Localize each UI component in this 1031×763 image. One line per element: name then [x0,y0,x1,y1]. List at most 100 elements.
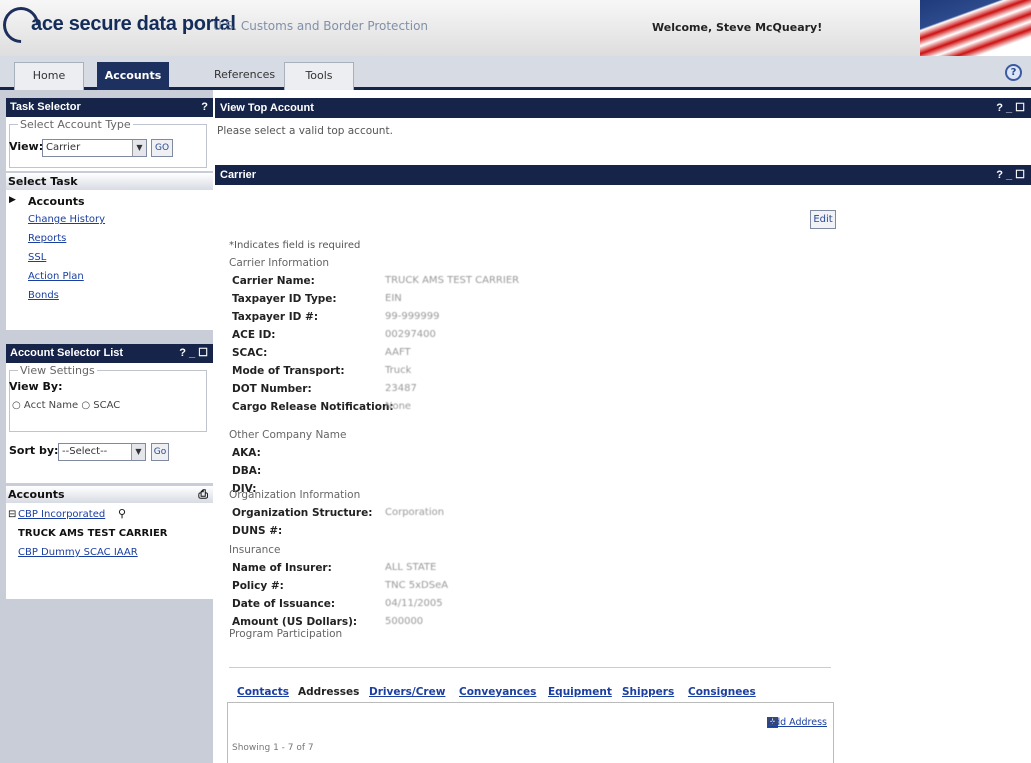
subtab-shippers[interactable]: Shippers [622,686,674,698]
print-icon[interactable]: ⎙ [198,486,208,503]
field-label: SCAC: [232,347,268,359]
field-value: 500000 [385,616,424,627]
field-value: Corporation [385,507,445,518]
collapse-icon[interactable]: ⊟ [8,509,16,520]
view-top-account-controls[interactable]: ? _ ☐ [996,98,1025,118]
main-content: View Top Account ? _ ☐ Please select a v… [213,90,1031,763]
radio-acct-name[interactable]: ○ [12,400,21,411]
field-value: AAFT [385,347,411,358]
app-name: ace secure data portal [31,13,236,35]
task-selector-help-icon[interactable]: ? [201,98,208,117]
task-selector-panel: Select Account Type View: Carrier ▼ GO [6,117,213,171]
main-nav: Home Accounts References Tools ? [0,56,1031,90]
sort-by-label: Sort by: [9,444,59,457]
section-heading: Program Participation [229,628,343,640]
field-label: Amount (US Dollars): [232,616,358,628]
accounts-header: Accounts ⎙ [6,486,213,503]
account-type-value: Carrier [46,142,81,153]
help-icon[interactable]: ? [1005,64,1022,81]
field-label: Taxpayer ID Type: [232,293,337,305]
agency-name: U.S. Customs and Border Protection [213,19,429,33]
tab-home[interactable]: Home [14,62,84,90]
view-settings-legend: View Settings [18,364,97,377]
radio-scac[interactable]: ○ [81,400,90,411]
subtab-drivers-crew[interactable]: Drivers/Crew [369,686,445,698]
subtab-addresses[interactable]: Addresses [298,686,359,698]
task-selector-header: Task Selector ? [6,98,213,117]
field-value: 99-999999 [385,311,440,322]
tab-accounts[interactable]: Accounts [97,62,169,90]
top-account-message: Please select a valid top account. [217,125,393,137]
view-top-account-header: View Top Account ? _ ☐ [215,98,1031,118]
field-label: Date of Issuance: [232,598,336,610]
field-label: DBA: [232,465,262,477]
task-reports[interactable]: Reports [28,233,66,244]
task-change-history[interactable]: Change History [28,214,105,225]
field-label: Policy #: [232,580,284,592]
add-address-link[interactable]: Add Address [768,717,827,728]
sort-by-select[interactable]: --Select-- ▼ [58,443,146,461]
account-selector-title: Account Selector List [10,347,124,359]
field-label: Cargo Release Notification: [232,401,394,413]
radio-acct-name-label: Acct Name [23,400,79,411]
field-value: 04/11/2005 [385,598,443,609]
account-selector-panel: View Settings View By: ○ Acct Name ○ SCA… [6,363,213,483]
addresses-panel: + Add Address Showing 1 - 7 of 7 [227,702,834,763]
sidebar: Task Selector ? Select Account Type View… [0,90,213,763]
field-label: Organization Structure: [232,507,373,519]
task-ssl[interactable]: SSL [28,252,46,263]
subtab-conveyances[interactable]: Conveyances [459,686,536,698]
carrier-controls[interactable]: ? _ ☐ [996,165,1025,185]
account-truck-ams[interactable]: TRUCK AMS TEST CARRIER [18,528,167,539]
account-type-select[interactable]: Carrier ▼ [42,139,147,157]
carrier-header: Carrier ? _ ☐ [215,165,1031,185]
accounts-title: Accounts [8,488,65,501]
edit-button[interactable]: Edit [810,210,836,229]
account-cbp-incorporated[interactable]: CBP Incorporated [18,509,105,520]
select-task-title: Select Task [8,175,78,188]
app-header: ace secure data portal U.S. Customs and … [0,0,1031,56]
field-label: Carrier Name: [232,275,315,287]
field-value: Truck [385,365,412,376]
select-task-panel: Select Task ▶ Accounts Change History Re… [6,173,213,330]
account-type-legend: Select Account Type [18,118,133,131]
account-cbp-dummy[interactable]: CBP Dummy SCAC IAAR [18,547,138,558]
field-value: None [385,401,412,412]
account-selector-controls[interactable]: ? _ ☐ [179,344,208,363]
sort-go-button[interactable]: Go [151,443,169,461]
field-value: 00297400 [385,329,436,340]
chevron-down-icon: ▼ [132,140,146,156]
showing-count: Showing 1 - 7 of 7 [232,743,314,753]
task-accounts[interactable]: Accounts [28,195,85,208]
view-top-account-title: View Top Account [220,102,314,114]
section-heading: Carrier Information [229,257,330,269]
required-note: *Indicates field is required [229,240,361,251]
task-action-plan[interactable]: Action Plan [28,271,84,282]
subtab-contacts[interactable]: Contacts [237,686,289,698]
tab-references[interactable]: References [214,62,276,90]
field-value: TNC 5xDSeA [385,580,449,591]
carrier-title: Carrier [220,169,257,181]
chevron-down-icon: ▼ [131,444,145,460]
subtab-equipment[interactable]: Equipment [548,686,612,698]
task-bonds[interactable]: Bonds [28,290,59,301]
account-selector-header: Account Selector List ? _ ☐ [6,344,213,363]
field-label: AKA: [232,447,261,459]
section-heading: Other Company Name [229,429,347,441]
select-task-header: Select Task [6,173,213,190]
us-flag-image [920,0,1031,56]
sort-by-value: --Select-- [62,446,108,457]
tab-tools[interactable]: Tools [284,62,354,90]
section-heading: Insurance [229,544,281,556]
field-value: 23487 [385,383,417,394]
current-task-arrow-icon: ▶ [9,195,16,205]
pin-icon: ⚲ [118,507,127,520]
subtab-consignees[interactable]: Consignees [688,686,756,698]
field-label: Mode of Transport: [232,365,345,377]
view-by-radios: ○ Acct Name ○ SCAC [12,400,120,411]
field-label: DUNS #: [232,525,283,537]
field-label: ACE ID: [232,329,276,341]
field-value: TRUCK AMS TEST CARRIER [385,275,520,286]
tab-references-label: References [214,68,276,81]
account-type-go-button[interactable]: GO [151,139,173,157]
